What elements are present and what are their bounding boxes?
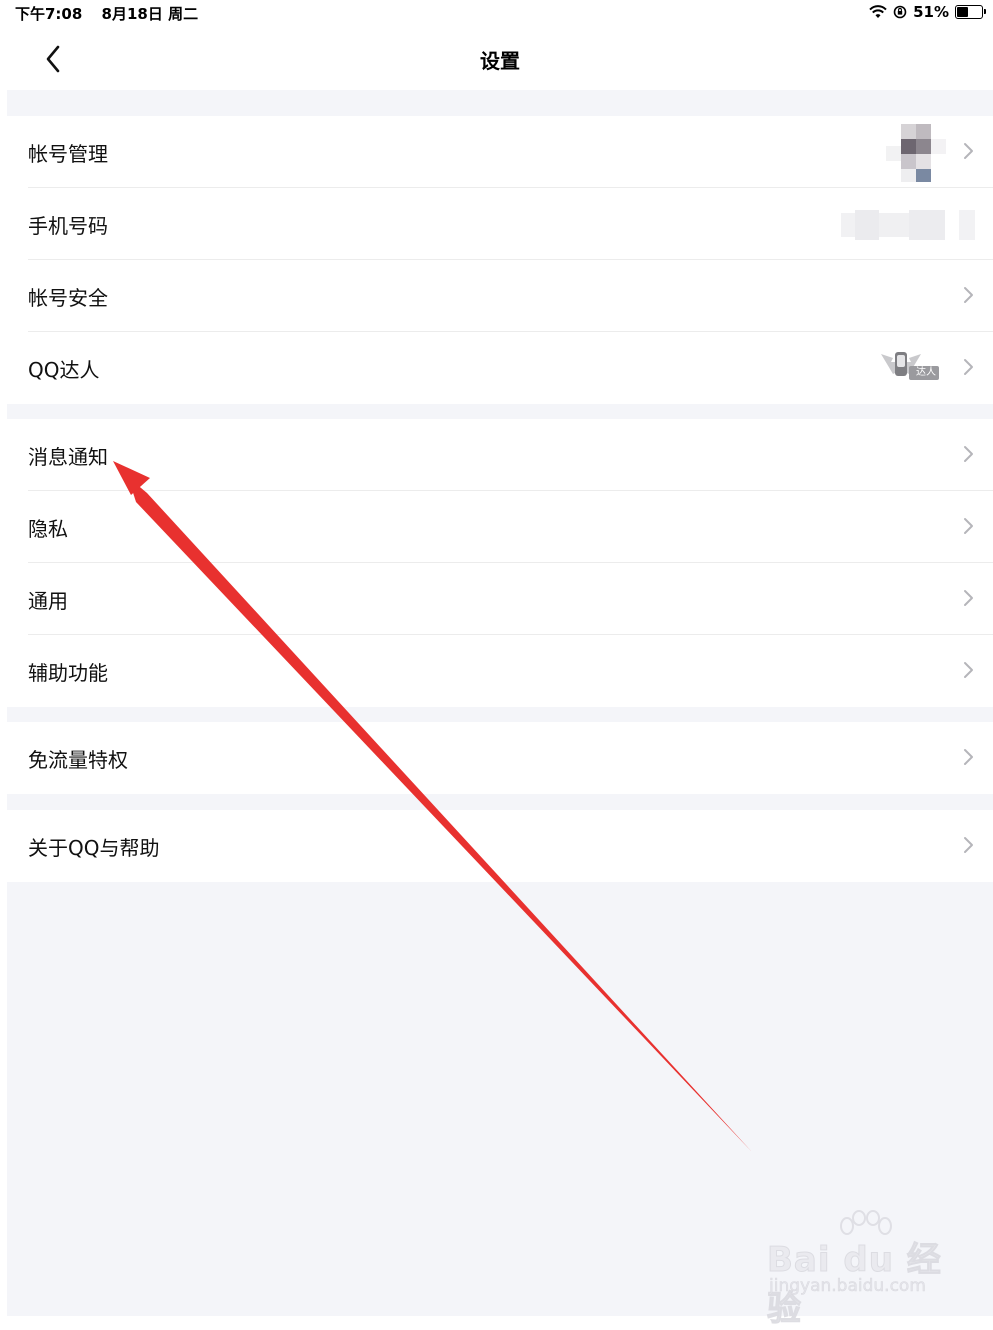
annotation-arrow xyxy=(113,461,752,1152)
